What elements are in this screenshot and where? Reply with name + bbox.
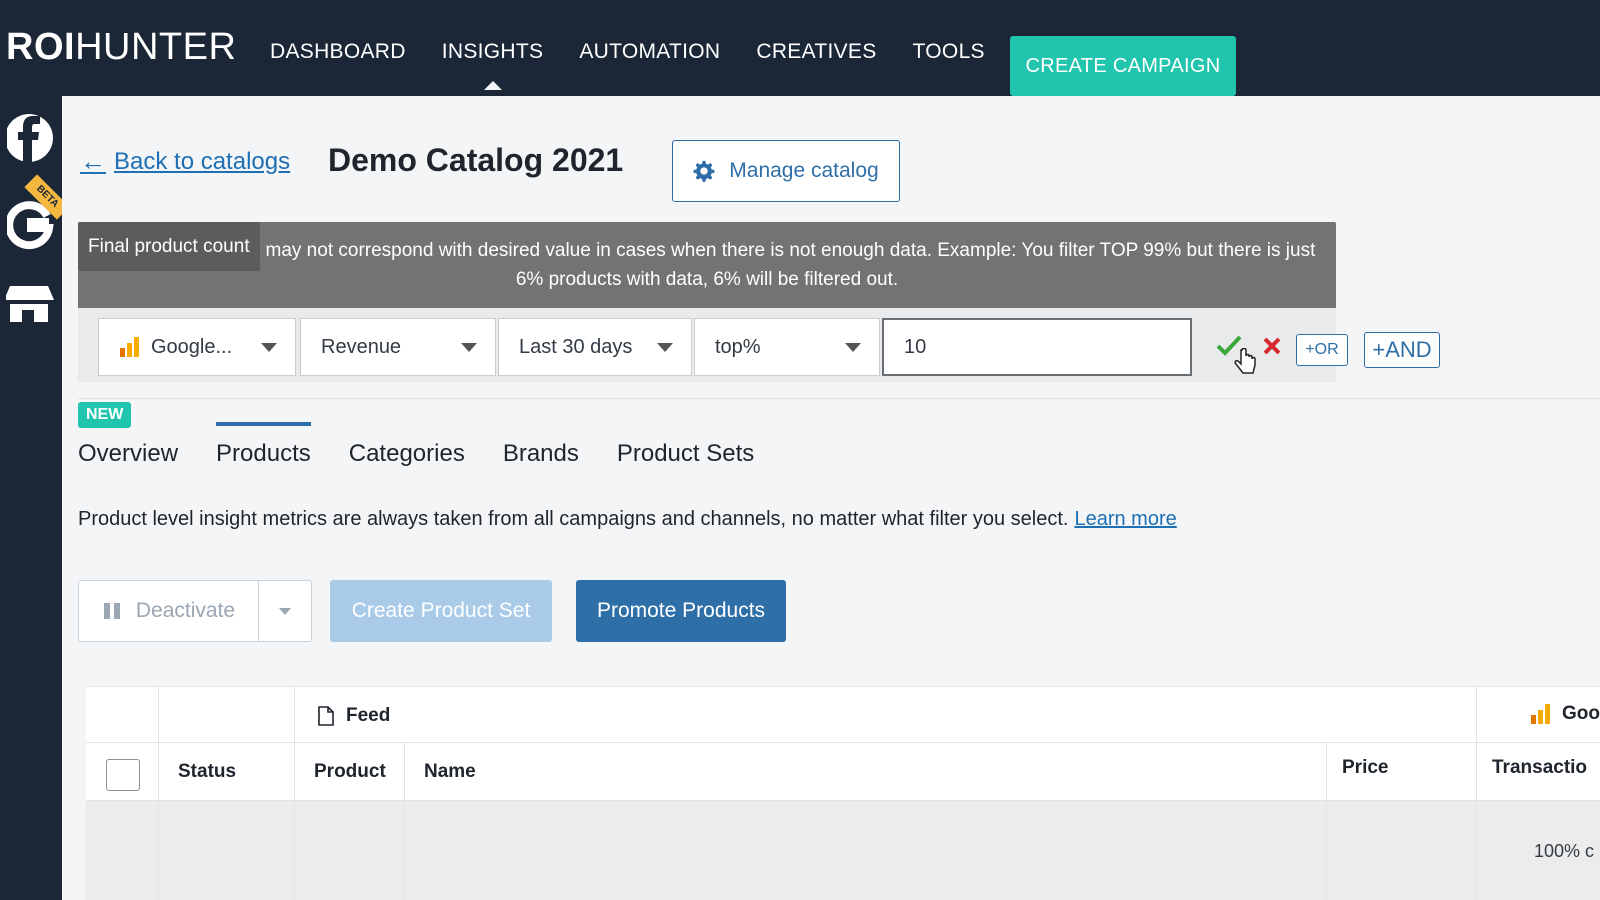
metric-select[interactable]: Revenue xyxy=(300,318,496,376)
feed-group-header: Feed xyxy=(318,705,390,727)
deactivate-button[interactable]: Deactivate xyxy=(79,581,259,641)
metric-value: Revenue xyxy=(321,335,402,358)
nav-tools[interactable]: TOOLS xyxy=(913,40,985,64)
add-or-button[interactable]: +OR xyxy=(1296,334,1348,366)
google-analytics-icon xyxy=(120,337,139,357)
products-table: Feed Goog Status Product Name Price Tran… xyxy=(86,686,1600,900)
nav-automation[interactable]: AUTOMATION xyxy=(579,40,720,64)
facebook-icon[interactable] xyxy=(0,104,62,172)
table-row[interactable] xyxy=(86,801,1600,900)
column-name[interactable]: Name xyxy=(424,761,476,783)
nav-creatives[interactable]: CREATIVES xyxy=(756,40,876,64)
nav-dashboard[interactable]: DASHBOARD xyxy=(270,40,406,64)
filter-value-input[interactable] xyxy=(882,318,1192,376)
create-campaign-button[interactable]: CREATE CAMPAIGN xyxy=(1010,36,1236,96)
chevron-down-icon xyxy=(261,343,277,352)
google-group-header: Goog xyxy=(1530,703,1600,725)
column-divider xyxy=(1476,687,1477,900)
period-select[interactable]: Last 30 days xyxy=(498,318,692,376)
operator-value: top% xyxy=(715,335,761,358)
logo-text-bold: ROI xyxy=(6,26,76,68)
column-divider xyxy=(294,687,295,900)
section-divider xyxy=(78,398,1600,399)
operator-select[interactable]: top% xyxy=(694,318,880,376)
learn-more-link[interactable]: Learn more xyxy=(1074,508,1176,530)
filter-bar: Google... Revenue Last 30 days top% xyxy=(78,308,1336,382)
notice-text: Final product count may not correspond w… xyxy=(98,240,1316,291)
tab-product-sets[interactable]: Product Sets xyxy=(617,440,754,468)
period-value: Last 30 days xyxy=(519,335,633,358)
feed-group-label: Feed xyxy=(346,705,391,726)
source-value: Google... xyxy=(151,335,233,358)
tab-brands[interactable]: Brands xyxy=(503,440,579,468)
tab-categories[interactable]: Categories xyxy=(349,440,465,468)
table-group-header xyxy=(86,687,1600,743)
deactivate-dropdown-toggle[interactable] xyxy=(259,581,311,641)
main-panel: ← Back to catalogs Demo Catalog 2021 Man… xyxy=(62,96,1600,900)
chevron-down-icon xyxy=(657,343,673,352)
product-insight-info: Product level insight metrics are always… xyxy=(78,508,1177,531)
page-title: Demo Catalog 2021 xyxy=(328,142,624,178)
cancel-x-icon[interactable] xyxy=(1262,336,1282,361)
hand-cursor-icon xyxy=(1234,347,1256,383)
create-product-set-button[interactable]: Create Product Set xyxy=(330,580,552,642)
main-nav: DASHBOARD INSIGHTS AUTOMATION CREATIVES … xyxy=(270,40,985,90)
source-select[interactable]: Google... xyxy=(98,318,296,376)
row-partial-value: 100% c xyxy=(1534,841,1595,861)
roihunter-logo[interactable]: ROIHUNTER xyxy=(6,26,236,69)
document-icon xyxy=(318,706,334,726)
column-product[interactable]: Product xyxy=(314,761,386,783)
google-analytics-icon xyxy=(1531,704,1550,724)
column-status[interactable]: Status xyxy=(178,761,236,783)
google-group-label: Goog xyxy=(1562,703,1600,724)
filter-notice: Final product count may not correspond w… xyxy=(78,222,1336,312)
deactivate-split-button: Deactivate xyxy=(78,580,312,642)
nav-insights[interactable]: INSIGHTS xyxy=(442,40,544,90)
top-navigation: ROIHUNTER DASHBOARD INSIGHTS AUTOMATION … xyxy=(0,0,1600,96)
caret-down-icon xyxy=(279,607,291,615)
tab-products[interactable]: Products xyxy=(216,422,311,468)
chevron-down-icon xyxy=(845,343,861,352)
column-divider xyxy=(158,687,159,900)
manage-catalog-label: Manage catalog xyxy=(729,159,879,182)
add-and-button[interactable]: +AND xyxy=(1364,332,1440,368)
arrow-left-icon: ← xyxy=(80,146,106,176)
promote-products-button[interactable]: Promote Products xyxy=(576,580,786,642)
deactivate-label: Deactivate xyxy=(135,599,236,622)
channel-rail: BETA xyxy=(0,96,70,900)
chevron-down-icon xyxy=(461,343,477,352)
tab-overview[interactable]: Overview xyxy=(78,440,178,468)
gear-icon xyxy=(693,160,715,182)
info-text: Product level insight metrics are always… xyxy=(78,508,1069,530)
new-badge: NEW xyxy=(78,402,132,428)
column-divider xyxy=(404,743,405,900)
column-price[interactable]: Price xyxy=(1342,757,1388,779)
back-link-label: Back to catalogs xyxy=(114,147,291,175)
insight-tabs: Overview Products Categories Brands Prod… xyxy=(78,422,754,468)
shop-icon[interactable] xyxy=(0,282,62,332)
pause-icon xyxy=(103,603,120,619)
manage-catalog-button[interactable]: Manage catalog xyxy=(672,140,900,202)
back-to-catalogs-link[interactable]: ← Back to catalogs xyxy=(80,146,290,177)
notice-tooltip: Final product count xyxy=(78,222,260,272)
column-divider xyxy=(1326,743,1327,900)
logo-text-light: HUNTER xyxy=(75,26,237,68)
select-all-checkbox[interactable] xyxy=(106,759,140,791)
column-transactions[interactable]: Transactio xyxy=(1492,757,1587,779)
